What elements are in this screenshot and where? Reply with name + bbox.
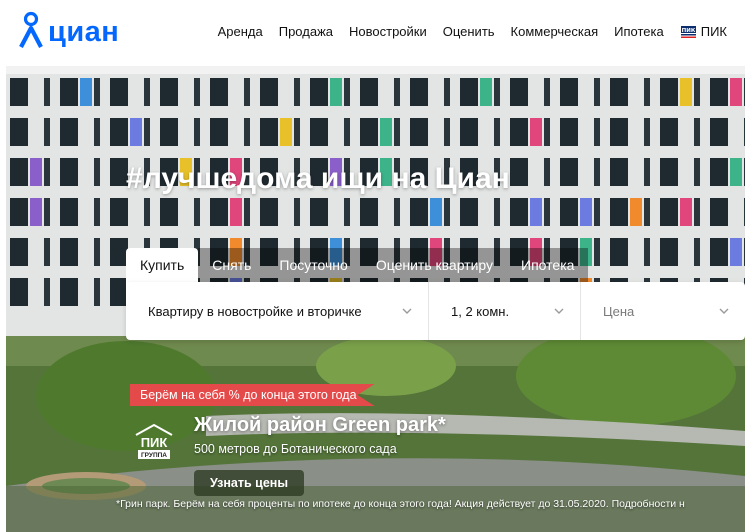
price-select[interactable]: Цена [581, 282, 745, 340]
nav-new-buildings[interactable]: Новостройки [349, 24, 427, 39]
nav-rent[interactable]: Аренда [218, 24, 263, 39]
property-type-select[interactable]: Квартиру в новостройке и вторичке [126, 282, 429, 340]
location-pin-icon [19, 11, 43, 48]
promo-subtitle: 500 метров до Ботанического сада [194, 442, 397, 456]
svg-text:ПИК: ПИК [681, 27, 695, 33]
price-placeholder: Цена [603, 303, 635, 319]
tab-rent[interactable]: Снять [198, 248, 266, 282]
hero-headline: #лучшедома ищи на Циан [126, 162, 510, 195]
header: циан Аренда Продажа Новостройки Оценить … [0, 0, 745, 66]
deal-type-tabs: Купить Снять Посуточно Оценить квартиру … [126, 248, 589, 282]
nav-commercial[interactable]: Коммерческая [511, 24, 599, 39]
promo-ribbon: Берём на себя % до конца этого года [130, 384, 375, 406]
chevron-down-icon [402, 308, 412, 314]
tab-daily[interactable]: Посуточно [265, 248, 362, 282]
cian-logo[interactable]: циан [18, 9, 119, 49]
find-prices-button[interactable]: Узнать цены [194, 470, 305, 496]
nav-pik[interactable]: ПИК ПИК [679, 24, 727, 39]
property-type-value: Квартиру в новостройке и вторичке [148, 303, 362, 319]
pik-logo-text: ПИК [141, 435, 168, 450]
pik-group-logo: ПИК ГРУППА [135, 423, 173, 459]
search-form: Квартиру в новостройке и вторичке 1, 2 к… [126, 282, 745, 340]
tab-evaluate-apartment[interactable]: Оценить квартиру [361, 248, 508, 282]
rooms-value: 1, 2 комн. [451, 303, 510, 319]
chevron-down-icon [719, 308, 729, 314]
tab-mortgage[interactable]: Ипотека [507, 248, 589, 282]
logo-text: циан [48, 16, 120, 48]
pik-icon: ПИК [679, 24, 697, 39]
chevron-down-icon [554, 308, 564, 314]
rooms-select[interactable]: 1, 2 комн. [429, 282, 581, 340]
nav-sale[interactable]: Продажа [279, 24, 333, 39]
nav-mortgage[interactable]: Ипотека [614, 24, 664, 39]
nav-pik-label: ПИК [700, 24, 727, 39]
promo-disclaimer: *Грин парк. Берём на себя проценты по ип… [116, 498, 685, 510]
nav-evaluate[interactable]: Оценить [443, 24, 495, 39]
tab-buy[interactable]: Купить [126, 248, 199, 282]
promo-title[interactable]: Жилой район Green park* [194, 414, 446, 437]
pik-logo-subtext: ГРУППА [141, 452, 167, 459]
hero-banner: #лучшедома ищи на Циан Купить Снять Посу… [6, 66, 745, 532]
main-nav: Аренда Продажа Новостройки Оценить Комме… [218, 24, 727, 39]
